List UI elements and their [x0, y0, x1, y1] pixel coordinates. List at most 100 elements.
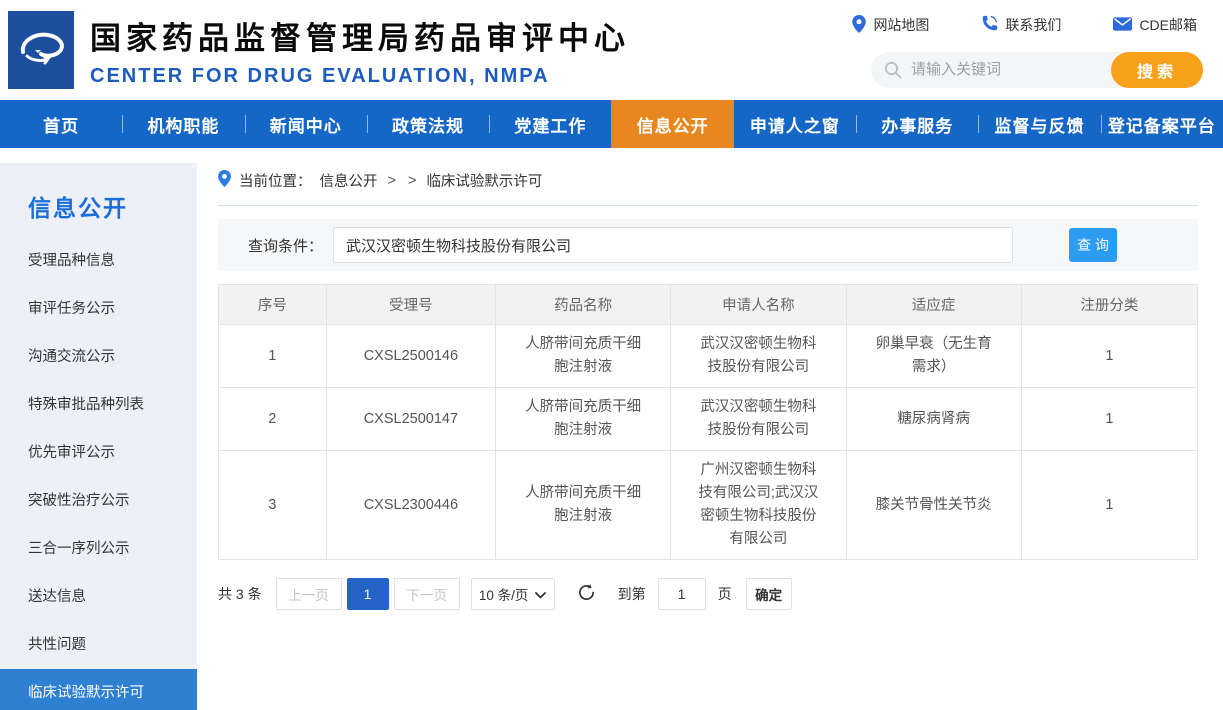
site-logo[interactable]: [8, 11, 74, 89]
cell-drug-name: 人脐带间充质干细胞注射液: [496, 451, 671, 560]
header-search: 搜索: [871, 52, 1203, 88]
breadcrumb-separator: >: [408, 173, 416, 189]
nav-item-functions[interactable]: 机构职能: [122, 100, 244, 148]
cell-indication: 卵巢早衰（无生育需求）: [846, 325, 1021, 388]
table-row: 3 CXSL2300446 人脐带间充质干细胞注射液 广州汉密顿生物科技有限公司…: [219, 451, 1198, 560]
cell-registration-class: 1: [1021, 451, 1197, 560]
cell-acceptance-no: CXSL2300446: [326, 451, 495, 560]
sidebar-item-communication[interactable]: 沟通交流公示: [0, 333, 197, 381]
col-header-seq: 序号: [219, 285, 327, 325]
page-size-select[interactable]: 10 条/页: [471, 578, 555, 610]
sitemap-link[interactable]: 网站地图: [852, 15, 929, 36]
cell-drug-name: 人脐带间充质干细胞注射液: [496, 388, 671, 451]
mail-icon: [1113, 17, 1132, 34]
cell-acceptance-no: CXSL2500147: [326, 388, 495, 451]
sidebar-title: 信息公开: [0, 179, 197, 237]
mail-link[interactable]: CDE邮箱: [1113, 15, 1197, 36]
cell-seq: 1: [219, 325, 327, 388]
content-wrap: 信息公开 受理品种信息 审评任务公示 沟通交流公示 特殊审批品种列表 优先审评公…: [0, 148, 1223, 710]
cell-seq: 3: [219, 451, 327, 560]
chevron-down-icon: [535, 587, 546, 602]
site-header: 国家药品监督管理局药品审评中心 CENTER FOR DRUG EVALUATI…: [0, 0, 1223, 100]
query-panel: 查询条件： 查 询: [218, 219, 1198, 271]
sidebar-item-three-in-one[interactable]: 三合一序列公示: [0, 525, 197, 573]
title-block: 国家药品监督管理局药品审评中心 CENTER FOR DRUG EVALUATI…: [90, 13, 630, 88]
top-links: 网站地图 联系我们 CDE邮箱: [852, 15, 1197, 36]
refresh-button[interactable]: [577, 583, 596, 605]
nav-item-supervision[interactable]: 监督与反馈: [978, 100, 1100, 148]
contact-link[interactable]: 联系我们: [981, 15, 1061, 36]
nav-item-registration[interactable]: 登记备案平台: [1101, 100, 1223, 148]
sidebar-item-review-tasks[interactable]: 审评任务公示: [0, 285, 197, 333]
site-subtitle: CENTER FOR DRUG EVALUATION, NMPA: [90, 65, 630, 88]
col-header-registration-class: 注册分类: [1021, 285, 1197, 325]
table-header-row: 序号 受理号 药品名称 申请人名称 适应症 注册分类: [219, 285, 1198, 325]
sidebar-item-clinical-trial-implied-license[interactable]: 临床试验默示许可: [0, 669, 197, 710]
cell-registration-class: 1: [1021, 388, 1197, 451]
map-pin-icon: [852, 15, 866, 36]
nav-item-party[interactable]: 党建工作: [489, 100, 611, 148]
sitemap-label: 网站地图: [873, 15, 929, 35]
table-row: 2 CXSL2500147 人脐带间充质干细胞注射液 武汉汉密顿生物科技股份有限…: [219, 388, 1198, 451]
nav-item-policy[interactable]: 政策法规: [367, 100, 489, 148]
goto-page-input[interactable]: [658, 578, 706, 610]
col-header-applicant: 申请人名称: [671, 285, 846, 325]
sidebar-item-breakthrough-therapy[interactable]: 突破性治疗公示: [0, 477, 197, 525]
cell-drug-name: 人脐带间充质干细胞注射液: [496, 325, 671, 388]
cell-seq: 2: [219, 388, 327, 451]
main-nav-list: 首页 机构职能 新闻中心 政策法规 党建工作 信息公开 申请人之窗 办事服务 监…: [0, 100, 1223, 148]
sidebar-item-priority-review[interactable]: 优先审评公示: [0, 429, 197, 477]
breadcrumb: 当前位置： 信息公开 > > 临床试验默示许可: [218, 170, 1198, 206]
results-table: 序号 受理号 药品名称 申请人名称 适应症 注册分类 1 CXSL2500146…: [218, 284, 1198, 560]
query-label: 查询条件：: [248, 235, 323, 256]
nav-item-services[interactable]: 办事服务: [856, 100, 978, 148]
search-icon: [884, 61, 902, 84]
sidebar: 信息公开 受理品种信息 审评任务公示 沟通交流公示 特殊审批品种列表 优先审评公…: [0, 163, 197, 710]
breadcrumb-current: 临床试验默示许可: [426, 170, 542, 191]
sidebar-item-accepted-varieties[interactable]: 受理品种信息: [0, 237, 197, 285]
next-page-button[interactable]: 下一页: [394, 578, 460, 610]
query-button[interactable]: 查 询: [1069, 228, 1117, 262]
pagination: 共 3 条 上一页 1 下一页 10 条/页 到第 页 确定: [218, 578, 1198, 610]
table-row: 1 CXSL2500146 人脐带间充质干细胞注射液 武汉汉密顿生物科技股份有限…: [219, 325, 1198, 388]
cell-acceptance-no: CXSL2500146: [326, 325, 495, 388]
sidebar-item-special-approval[interactable]: 特殊审批品种列表: [0, 381, 197, 429]
cell-registration-class: 1: [1021, 325, 1197, 388]
cde-logo-icon: [15, 28, 67, 73]
location-pin-icon: [218, 170, 231, 191]
cell-applicant: 武汉汉密顿生物科技股份有限公司: [671, 325, 846, 388]
refresh-icon: [577, 583, 596, 605]
pagination-total: 共 3 条: [218, 584, 262, 604]
nav-item-home[interactable]: 首页: [0, 100, 122, 148]
breadcrumb-section[interactable]: 信息公开: [320, 170, 378, 191]
phone-icon: [981, 15, 998, 35]
nav-item-info-disclosure[interactable]: 信息公开: [611, 100, 733, 148]
col-header-indication: 适应症: [846, 285, 1021, 325]
breadcrumb-prefix: 当前位置：: [239, 170, 312, 191]
prev-page-button[interactable]: 上一页: [276, 578, 342, 610]
mail-label: CDE邮箱: [1139, 15, 1197, 35]
header-right: 网站地图 联系我们 CDE邮箱 搜索: [852, 13, 1203, 88]
sidebar-item-common-issues[interactable]: 共性问题: [0, 621, 197, 669]
page-size-label: 10 条/页: [479, 584, 529, 604]
cell-applicant: 广州汉密顿生物科技有限公司;武汉汉密顿生物科技股份有限公司: [671, 451, 846, 560]
nav-item-applicant[interactable]: 申请人之窗: [734, 100, 856, 148]
nav-item-news[interactable]: 新闻中心: [245, 100, 367, 148]
query-input[interactable]: [333, 227, 1013, 263]
main-panel: 当前位置： 信息公开 > > 临床试验默示许可 查询条件： 查 询 序号 受理号 …: [197, 148, 1223, 710]
cell-applicant: 武汉汉密顿生物科技股份有限公司: [671, 388, 846, 451]
site-title: 国家药品监督管理局药品审评中心: [90, 13, 630, 58]
current-page-button[interactable]: 1: [347, 578, 389, 610]
sidebar-list: 受理品种信息 审评任务公示 沟通交流公示 特殊审批品种列表 优先审评公示 突破性…: [0, 237, 197, 710]
breadcrumb-separator: >: [388, 173, 396, 189]
header-search-button[interactable]: 搜索: [1111, 52, 1203, 88]
sidebar-item-delivery-info[interactable]: 送达信息: [0, 573, 197, 621]
goto-page-label: 到第: [618, 584, 646, 604]
cell-indication: 糖尿病肾病: [846, 388, 1021, 451]
page-unit-label: 页: [718, 584, 732, 604]
col-header-drug-name: 药品名称: [496, 285, 671, 325]
confirm-button[interactable]: 确定: [746, 578, 792, 610]
cell-indication: 膝关节骨性关节炎: [846, 451, 1021, 560]
col-header-acceptance-no: 受理号: [326, 285, 495, 325]
main-nav: 首页 机构职能 新闻中心 政策法规 党建工作 信息公开 申请人之窗 办事服务 监…: [0, 100, 1223, 148]
